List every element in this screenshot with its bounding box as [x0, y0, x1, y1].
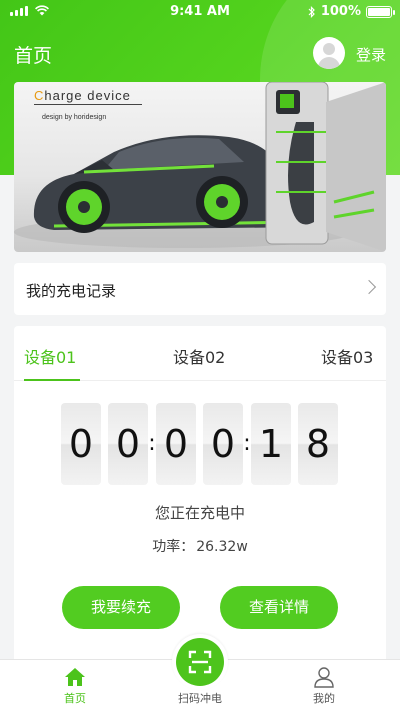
battery-icon	[366, 5, 395, 18]
tab-device-03[interactable]: 设备03	[321, 344, 373, 368]
timer-digit: 0	[108, 403, 148, 485]
avatar[interactable]	[313, 37, 345, 69]
banner-divider	[34, 104, 142, 105]
bluetooth-icon	[308, 5, 315, 18]
charging-status: 您正在充电中	[154, 504, 245, 522]
tab-device-01[interactable]: 设备01	[24, 344, 76, 368]
device-tabs: 设备01 设备02 设备03	[14, 326, 386, 381]
records-label: 我的充电记录	[26, 282, 117, 300]
banner-brand: Charge device	[34, 88, 131, 103]
tab-me[interactable]: 我的	[284, 690, 364, 706]
timer-digit: 0	[203, 403, 243, 485]
view-details-button[interactable]: 查看详情	[220, 586, 338, 629]
timer-digit: 0	[156, 403, 196, 485]
timer-separator: :	[243, 431, 251, 456]
scan-button-wrap	[172, 634, 228, 690]
timer-separator: :	[148, 431, 156, 456]
scan-button[interactable]	[176, 638, 224, 686]
charging-records-row[interactable]: 我的充电记录	[14, 263, 386, 315]
timer-digit: 1	[251, 403, 291, 485]
timer-digit: 8	[298, 403, 338, 485]
renew-charge-button[interactable]: 我要续充	[62, 586, 180, 629]
navigation-bar: 首页 登录	[0, 32, 400, 76]
power-value: 26.32w	[196, 539, 248, 555]
scan-icon	[188, 650, 212, 674]
power-readout: 功率： 26.32w	[14, 536, 386, 556]
status-bar: 9:41 AM 100%	[0, 0, 400, 24]
page-title: 首页	[14, 45, 53, 67]
power-label: 功率：	[152, 539, 195, 555]
tab-home[interactable]: 首页	[35, 690, 115, 706]
home-icon	[65, 668, 85, 686]
timer-digit: 0	[61, 403, 101, 485]
tab-indicator	[24, 379, 80, 381]
tab-device-02[interactable]: 设备02	[173, 344, 225, 368]
promo-banner[interactable]: Charge device design by horidesign	[14, 82, 386, 252]
tab-scan[interactable]: 扫码冲电	[160, 690, 240, 706]
banner-subtitle: design by horidesign	[42, 114, 107, 121]
user-icon	[314, 667, 334, 688]
banner-image	[14, 82, 386, 252]
chevron-right-icon	[361, 279, 377, 295]
battery-percent: 100%	[320, 4, 361, 19]
device-card: 设备01 设备02 设备03 0 0 : 0 0 : 1 8 您正在充电中 功率…	[14, 326, 386, 666]
login-link[interactable]: 登录	[356, 44, 386, 65]
